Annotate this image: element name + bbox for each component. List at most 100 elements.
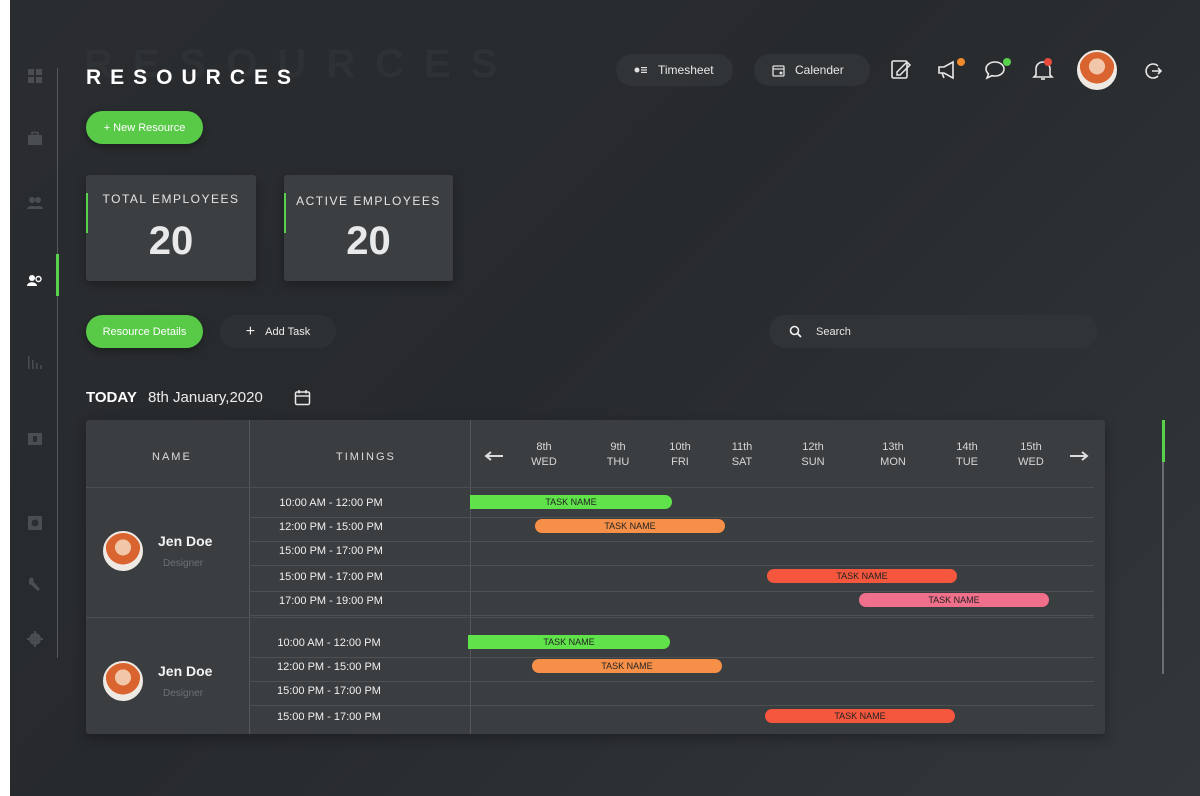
calendar-button[interactable]: Calender (754, 54, 870, 86)
next-week-arrow-icon[interactable] (1069, 451, 1089, 461)
task-bar[interactable]: TASK NAME (532, 659, 722, 673)
task-bar[interactable]: TASK NAME (767, 569, 957, 583)
day-date: 9th (610, 441, 626, 453)
today-date: 8th January,2020 (148, 389, 263, 406)
row-divider (249, 705, 1094, 706)
search-bar[interactable] (769, 315, 1098, 348)
disc-icon[interactable] (26, 514, 44, 532)
row-divider (249, 565, 1094, 566)
sidebar-divider (57, 68, 58, 658)
total-employees-value: 20 (148, 219, 194, 263)
day-date: 11th (731, 441, 753, 453)
timesheet-label: Timesheet (658, 63, 714, 77)
task-bar[interactable]: TASK NAME (470, 495, 672, 509)
day-header-0[interactable]: 8th WED (524, 440, 564, 470)
task-bar[interactable]: TASK NAME (535, 519, 725, 533)
row-divider (249, 657, 1094, 658)
header-divider (86, 487, 1094, 488)
timing-cell: 10:00 AM - 12:00 PM (277, 637, 381, 649)
search-icon (789, 325, 802, 338)
day-header-2[interactable]: 10th FRI (660, 440, 700, 470)
person-role: Designer (163, 688, 204, 699)
day-weekday: MON (880, 456, 906, 468)
calendar-label: Calender (795, 63, 844, 77)
calendar-small-icon (772, 64, 785, 77)
day-weekday: THU (606, 456, 630, 468)
resources-icon[interactable] (26, 271, 44, 289)
task-bar[interactable]: TASK NAME (859, 593, 1049, 607)
total-employees-label: TOTAL EMPLOYEES (102, 192, 240, 206)
row-divider (249, 681, 1094, 682)
day-header-7[interactable]: 15th WED (1011, 440, 1051, 470)
person-role: Designer (163, 558, 204, 569)
timing-cell: 12:00 PM - 15:00 PM (279, 521, 383, 533)
person-name[interactable]: Jen Doe (158, 533, 212, 549)
day-date: 15th (1020, 441, 1042, 453)
day-weekday: TUE (956, 456, 978, 468)
day-date: 8th (536, 441, 552, 453)
briefcase-icon[interactable] (26, 130, 44, 148)
row-divider (249, 517, 1094, 518)
today-label: TODAY (86, 389, 137, 406)
day-weekday: FRI (671, 456, 689, 468)
day-header-4[interactable]: 12th SUN (793, 440, 833, 470)
day-date: 10th (669, 441, 691, 453)
row-divider (249, 591, 1094, 592)
person-avatar (103, 531, 143, 571)
day-header-6[interactable]: 14th TUE (947, 440, 987, 470)
person-name[interactable]: Jen Doe (158, 663, 212, 679)
day-weekday: SAT (731, 456, 753, 468)
person-avatar (103, 661, 143, 701)
timing-cell: 12:00 PM - 15:00 PM (277, 661, 381, 673)
task-bar[interactable]: TASK NAME (765, 709, 955, 723)
alert-badge (1044, 58, 1052, 66)
user-avatar[interactable] (1077, 50, 1117, 90)
search-input[interactable] (816, 325, 1066, 338)
active-employees-label: ACTIVE EMPLOYEES (296, 194, 441, 208)
name-column-header: NAME (152, 451, 192, 463)
team-icon[interactable] (26, 194, 44, 212)
timings-column-header: TIMINGS (336, 451, 396, 463)
task-bar[interactable]: TASK NAME (468, 635, 670, 649)
active-employees-card: ACTIVE EMPLOYEES 20 (284, 175, 453, 281)
row-divider (249, 541, 1094, 542)
column-divider (470, 420, 471, 734)
notes-icon[interactable] (889, 58, 915, 82)
settings-icon[interactable] (26, 630, 44, 648)
prev-week-arrow-icon[interactable] (484, 451, 504, 461)
tab-add-task[interactable]: + Add Task (220, 315, 336, 348)
wrench-icon[interactable] (26, 575, 44, 593)
plus-icon: + (245, 322, 256, 340)
total-employees-card: TOTAL EMPLOYEES 20 (86, 175, 256, 281)
dashboard-icon[interactable] (26, 67, 44, 85)
bell-icon[interactable] (1030, 58, 1056, 82)
active-employees-value: 20 (346, 219, 391, 263)
add-task-label: Add Task (265, 325, 311, 338)
day-weekday: WED (531, 456, 557, 468)
day-header-1[interactable]: 9th THU (598, 440, 638, 470)
timing-cell: 15:00 PM - 17:00 PM (279, 571, 383, 583)
timesheet-icon (634, 67, 647, 73)
page-title: RESOURCES (86, 66, 301, 89)
scrollbar-thumb[interactable] (1162, 420, 1165, 462)
timing-cell: 15:00 PM - 17:00 PM (277, 685, 381, 697)
calendar-icon[interactable] (294, 389, 311, 406)
resource-schedule-table: NAME TIMINGS 8th WED 9th THU 10th FRI 11th SAT 1… (86, 420, 1105, 734)
day-header-5[interactable]: 13th MON (873, 440, 913, 470)
logout-icon[interactable] (1144, 61, 1164, 81)
timing-cell: 17:00 PM - 19:00 PM (279, 595, 383, 607)
day-header-3[interactable]: 11th SAT (722, 440, 762, 470)
timing-cell: 15:00 PM - 17:00 PM (277, 711, 381, 723)
timesheet-button[interactable]: Timesheet (616, 54, 733, 86)
day-weekday: WED (1018, 456, 1044, 468)
column-divider (249, 420, 250, 734)
row-divider (249, 615, 1094, 616)
chat-badge (1003, 58, 1011, 66)
analytics-icon[interactable] (26, 353, 44, 371)
tab-resource-details[interactable]: Resource Details (86, 315, 203, 348)
timing-cell: 10:00 AM - 12:00 PM (279, 497, 383, 509)
person-divider (86, 617, 1094, 618)
new-resource-button[interactable]: + New Resource (86, 111, 203, 144)
billing-icon[interactable] (26, 430, 44, 448)
sidebar-active-indicator (56, 254, 59, 296)
